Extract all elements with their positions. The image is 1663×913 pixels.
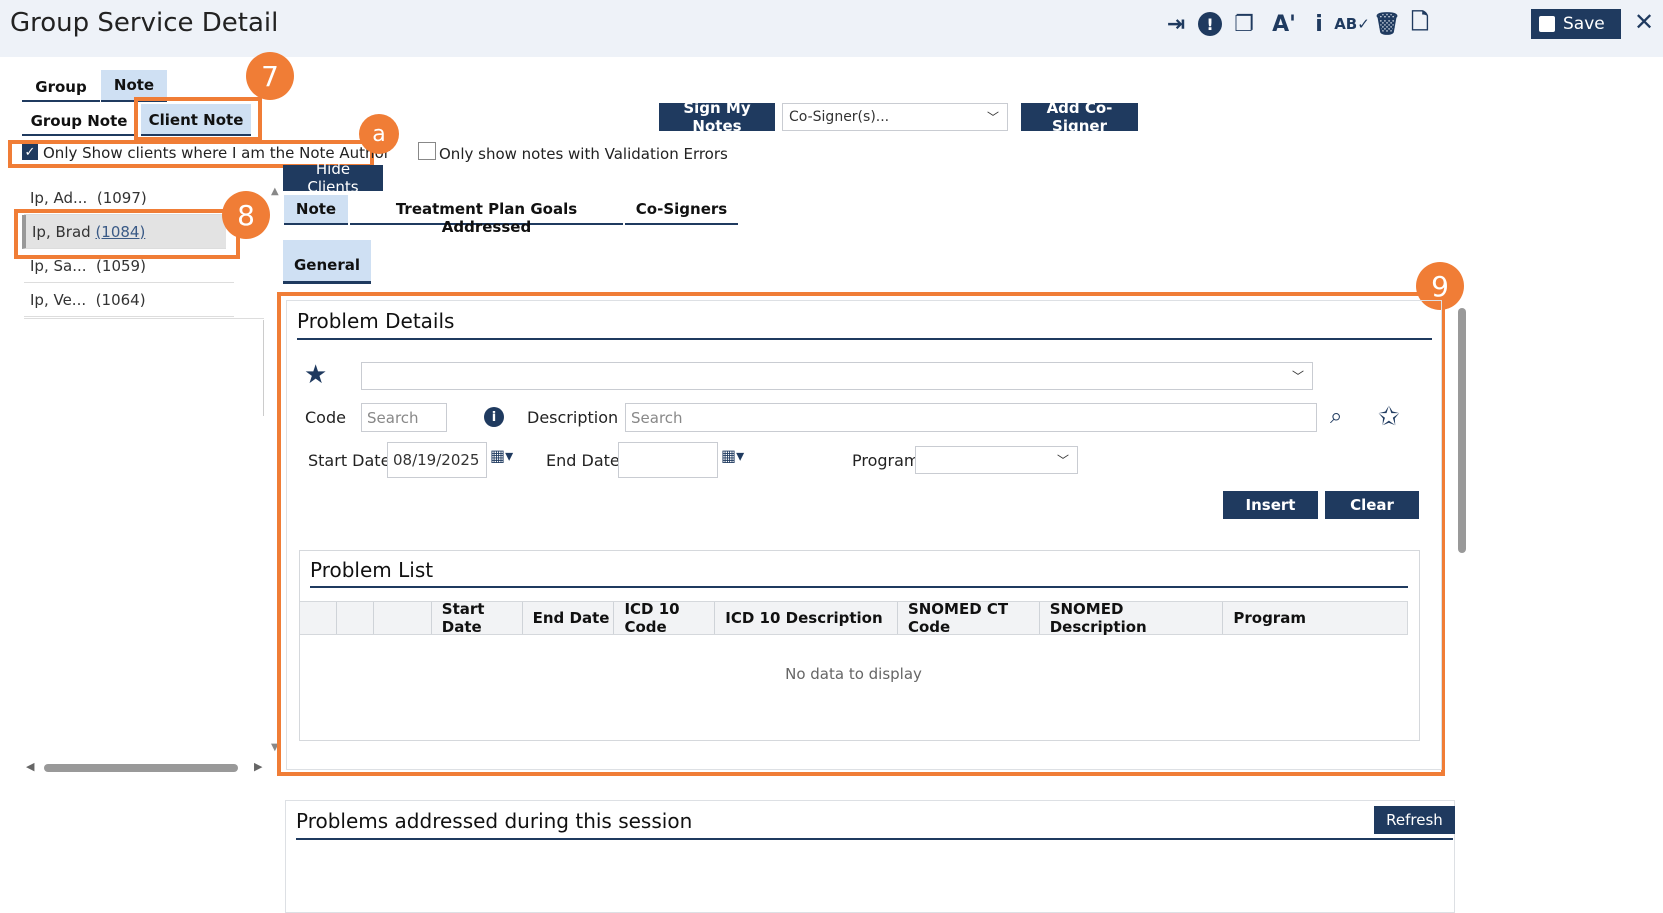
problems-addressed-title: Problems addressed during this session [296,809,693,833]
tab-cosigners[interactable]: Co-Signers [625,200,738,225]
save-label: Save [1563,14,1605,34]
problem-select[interactable]: ﹀ [361,362,1313,390]
font-size-icon[interactable]: A' [1270,10,1298,38]
tab-treatment-plan-goals[interactable]: Treatment Plan Goals Addressed [350,200,623,236]
document-icon[interactable]: 🗋 [1406,10,1434,38]
highlight-selected-client [14,209,240,259]
close-icon[interactable]: ✕ [1634,8,1654,36]
column-header-end-date[interactable]: End Date [523,602,615,634]
tab-group-note[interactable]: Group Note [22,112,136,136]
validation-label: Only show notes with Validation Errors [439,145,728,163]
code-placeholder: Search [367,408,419,427]
program-label: Program [852,451,920,470]
save-button[interactable]: Save [1531,9,1621,39]
annotation-7: 7 [246,52,294,100]
chevron-down-icon: ﹀ [1291,369,1304,384]
problem-details-title: Problem Details [297,309,455,333]
client-name: Ip, Ad... [30,188,88,207]
annotation-a: a [359,114,399,154]
problem-list-panel [299,550,1420,741]
start-date-label: Start Date: [308,451,396,470]
tab-general[interactable]: General [283,240,371,284]
star-filled-icon[interactable]: ★ [304,360,327,390]
sign-in-icon[interactable]: ⇥ [1162,10,1190,38]
column-header-empty [374,602,432,634]
add-cosigner-button[interactable]: Add Co-Signer [1021,99,1138,135]
client-name: Ip, Ve... [30,290,87,309]
copy-icon[interactable]: ❐ [1230,10,1258,38]
code-label: Code [305,408,346,427]
floppy-icon [1539,16,1555,32]
client-id: (1064) [95,290,146,309]
hide-clients-button[interactable]: Hide Clients [283,160,383,196]
column-header-snomed-description[interactable]: SNOMED Description [1040,600,1224,636]
scroll-left-icon[interactable]: ◀ [26,760,34,773]
scroll-right-icon[interactable]: ▶ [254,760,262,773]
sign-my-notes-button[interactable]: Sign My Notes [659,99,775,135]
star-outline-icon[interactable]: ✩ [1378,402,1400,432]
clear-button[interactable]: Clear [1325,491,1419,519]
insert-button[interactable]: Insert [1223,491,1318,519]
page-title: Group Service Detail [10,8,279,38]
alert-icon[interactable]: ! [1196,10,1224,38]
column-header-empty [337,602,374,634]
validation-checkbox[interactable] [418,142,436,160]
client-panel-divider [263,320,264,416]
highlight-client-note [134,97,262,141]
program-select[interactable]: ﹀ [915,446,1078,474]
column-header-icd10-description[interactable]: ICD 10 Description [715,602,898,634]
column-header-program[interactable]: Program [1223,602,1407,634]
client-item[interactable]: Ip, Ve... (1064) [24,283,234,317]
cosigner-select[interactable]: Co-Signer(s)... ﹀ [782,103,1008,131]
column-header-icd10-code[interactable]: ICD 10 Code [614,600,716,636]
info-icon[interactable]: i [1305,10,1333,38]
chevron-down-icon: ﹀ [1056,453,1069,468]
client-list-bottom [24,318,264,319]
spellcheck-icon[interactable]: AB✓ [1334,10,1370,38]
column-header-snomed-code[interactable]: SNOMED CT Code [898,600,1040,636]
scroll-up-icon[interactable]: ▲ [271,186,279,197]
start-date-value: 08/19/2025 [393,451,480,469]
empty-table-message: No data to display [785,665,922,683]
column-header-empty [300,602,337,634]
description-label: Description [527,408,619,427]
end-date-input[interactable] [618,442,718,478]
description-search-input[interactable]: Search [625,403,1317,432]
client-id: (1097) [96,188,147,207]
tab-group[interactable]: Group [22,78,100,102]
chevron-down-icon: ﹀ [986,110,999,125]
info-icon[interactable]: i [484,407,504,427]
problem-list-title: Problem List [310,558,434,582]
code-search-input[interactable]: Search [361,403,447,432]
client-name: Ip, Sa... [30,256,87,275]
annotation-8: 8 [222,191,270,239]
tab-note-detail[interactable]: Note [284,195,348,225]
start-date-input[interactable]: 08/19/2025 [387,442,487,478]
calendar-icon[interactable]: ▦▾ [721,446,744,465]
refresh-button[interactable]: Refresh [1374,806,1455,834]
section-divider [296,838,1453,840]
section-divider [297,338,1432,340]
main-vertical-scrollbar[interactable] [1458,308,1466,553]
end-date-label: End Date: [546,451,626,470]
note-author-checkbox[interactable]: ✓ [22,144,38,160]
cosigner-select-value: Co-Signer(s)... [789,109,890,125]
search-icon[interactable]: ⌕ [1330,404,1342,429]
client-id: (1059) [96,256,146,275]
problem-list-header: Start Date End Date ICD 10 Code ICD 10 D… [299,600,1408,636]
section-divider [310,586,1408,588]
column-header-start-date[interactable]: Start Date [432,600,523,636]
calendar-icon[interactable]: ▦▾ [490,446,513,465]
trash-icon[interactable]: 🗑 [1373,10,1401,38]
client-horizontal-scrollbar[interactable] [44,764,238,772]
description-placeholder: Search [631,408,683,427]
